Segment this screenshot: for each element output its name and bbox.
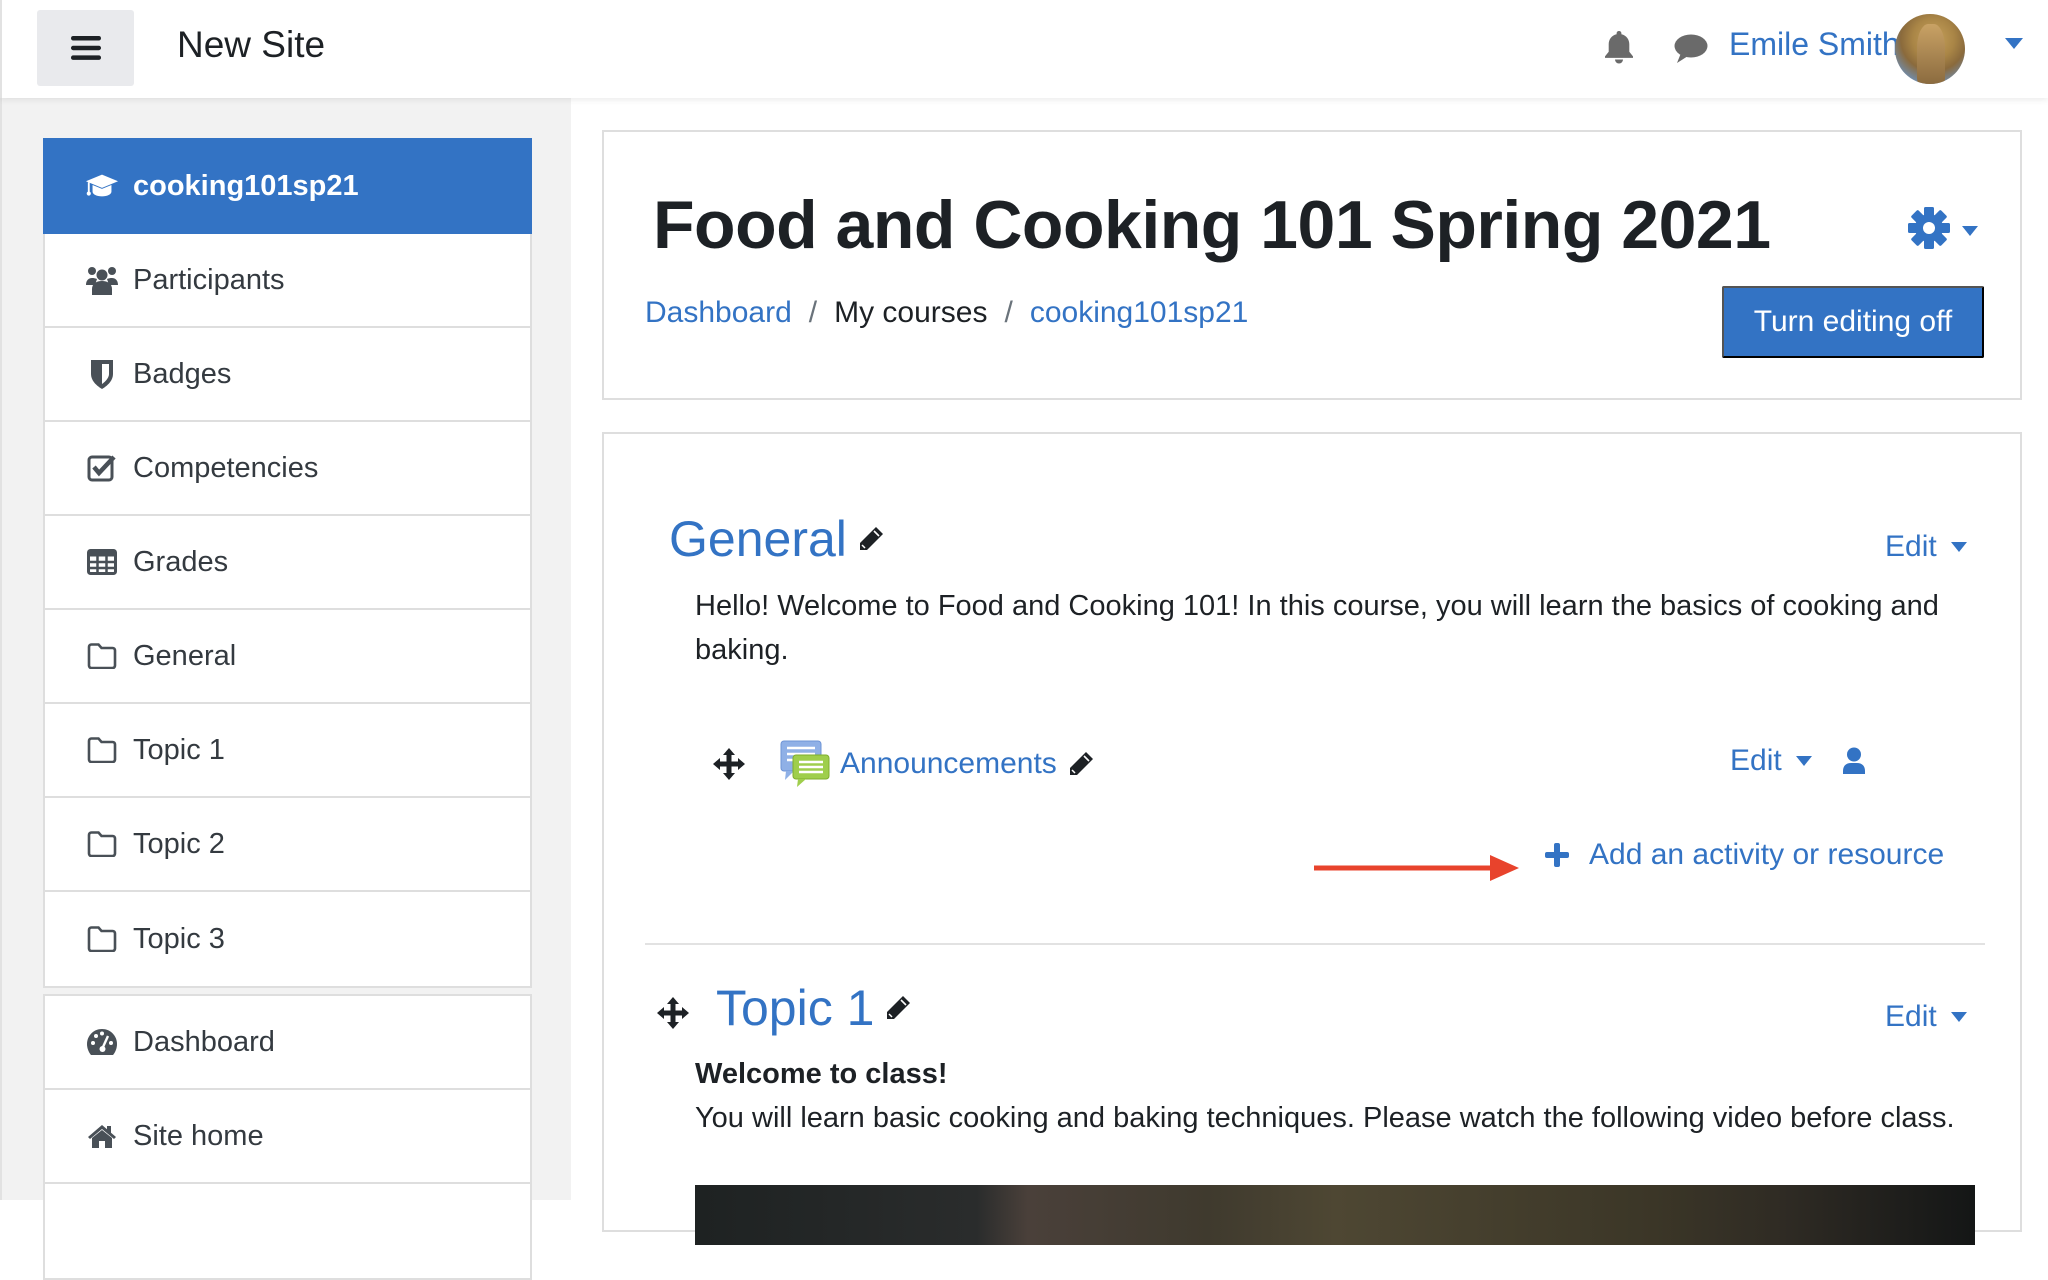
drawer-toggle-button[interactable] xyxy=(37,10,134,86)
add-activity-link[interactable]: Add an activity or resource xyxy=(1545,838,1944,872)
section-title-link[interactable]: General xyxy=(669,510,847,568)
edit-menu-label: Edit xyxy=(1885,530,1937,563)
pencil-icon[interactable] xyxy=(884,994,912,1022)
breadcrumb: Dashboard / My courses / cooking101sp21 xyxy=(645,296,1248,330)
nav-item-label: Participants xyxy=(133,263,285,296)
top-navbar: New Site Emile Smith xyxy=(0,0,2048,98)
edit-menu-label: Edit xyxy=(1885,1000,1937,1033)
activity-controls: Edit xyxy=(1730,744,1866,778)
site-nav-list: Dashboard Site home xyxy=(43,994,532,1280)
users-icon xyxy=(85,263,119,297)
folder-icon xyxy=(85,639,119,673)
nav-item-competencies[interactable]: Competencies xyxy=(45,422,530,516)
nav-item-label: Topic 1 xyxy=(133,733,225,766)
folder-icon xyxy=(85,733,119,767)
pencil-icon[interactable] xyxy=(1067,750,1095,778)
nav-item-label: Badges xyxy=(133,357,232,390)
plus-icon xyxy=(1545,843,1569,867)
folder-icon xyxy=(85,922,119,956)
nav-item-label: Topic 3 xyxy=(133,922,225,955)
hamburger-icon xyxy=(70,36,101,60)
caret-down-icon xyxy=(1950,542,1967,552)
site-name-link[interactable]: New Site xyxy=(177,24,325,66)
checkbox-icon xyxy=(85,451,119,485)
nav-item-section-topic-2[interactable]: Topic 2 xyxy=(45,798,530,892)
activity-name-link[interactable]: Announcements xyxy=(840,747,1057,781)
breadcrumb-separator: / xyxy=(808,296,818,329)
activity-announcements: Announcements xyxy=(712,734,1095,794)
user-avatar[interactable] xyxy=(1895,14,1965,84)
gear-icon xyxy=(1908,207,1950,249)
course-content: General Edit Hello! Welcome to Food and … xyxy=(602,432,2022,1245)
nav-item-section-topic-1[interactable]: Topic 1 xyxy=(45,704,530,798)
section-topic-1-summary: You will learn basic cooking and baking … xyxy=(695,1102,1955,1134)
nav-item-section-general[interactable]: General xyxy=(45,610,530,704)
activity-edit-menu[interactable]: Edit xyxy=(1730,744,1812,778)
nav-item-badges[interactable]: Badges xyxy=(45,328,530,422)
user-menu-name[interactable]: Emile Smith xyxy=(1729,26,1900,63)
breadcrumb-my-courses: My courses xyxy=(834,296,988,329)
caret-down-icon xyxy=(1962,226,1978,236)
pencil-icon[interactable] xyxy=(857,525,885,553)
course-settings-menu[interactable] xyxy=(1908,207,1978,249)
chat-bubble-icon xyxy=(1674,34,1708,63)
table-icon xyxy=(85,545,119,579)
nav-item-participants[interactable]: Participants xyxy=(45,234,530,328)
breadcrumb-separator: / xyxy=(1004,296,1013,329)
course-nav-list: cooking101sp21 Participants Badges Compe… xyxy=(43,138,532,988)
shield-icon xyxy=(85,357,119,391)
turn-editing-off-button[interactable]: Turn editing off xyxy=(1722,286,1984,358)
breadcrumb-dashboard[interactable]: Dashboard xyxy=(645,296,792,330)
folder-icon xyxy=(85,827,119,861)
move-icon[interactable] xyxy=(712,747,746,781)
tachometer-icon xyxy=(85,1025,119,1059)
nav-item-more[interactable] xyxy=(45,1184,530,1278)
nav-item-course-home[interactable]: cooking101sp21 xyxy=(43,138,532,234)
nav-item-dashboard[interactable]: Dashboard xyxy=(45,996,530,1090)
nav-item-section-topic-3[interactable]: Topic 3 xyxy=(45,892,530,986)
move-icon[interactable] xyxy=(656,996,690,1030)
section-general-title: General xyxy=(669,510,885,568)
section-title-link[interactable]: Topic 1 xyxy=(716,979,874,1037)
section-divider xyxy=(645,943,1985,945)
section-topic-1-heading: Welcome to class! xyxy=(695,1058,948,1090)
forum-icon xyxy=(780,740,830,788)
messages-button[interactable] xyxy=(1674,34,1708,64)
nav-item-label: Grades xyxy=(133,545,229,578)
caret-down-icon xyxy=(2005,38,2023,49)
nav-item-label: Topic 2 xyxy=(133,827,225,860)
nav-item-site-home[interactable]: Site home xyxy=(45,1090,530,1184)
nav-item-label: Site home xyxy=(133,1119,264,1152)
caret-down-icon xyxy=(1795,756,1812,766)
course-header: Food and Cooking 101 Spring 2021 Dashboa… xyxy=(602,130,2022,400)
caret-down-icon xyxy=(1950,1012,1967,1022)
bell-icon xyxy=(1605,31,1633,64)
section-general-edit-menu[interactable]: Edit xyxy=(1885,530,1967,564)
embedded-video[interactable] xyxy=(695,1185,1975,1245)
home-icon xyxy=(85,1119,119,1153)
nav-item-label: cooking101sp21 xyxy=(133,169,359,202)
nav-item-label: Competencies xyxy=(133,451,319,484)
edit-menu-label: Edit xyxy=(1730,744,1782,777)
notifications-button[interactable] xyxy=(1604,30,1634,64)
graduation-cap-icon xyxy=(85,169,119,203)
section-topic-1-title: Topic 1 xyxy=(716,979,912,1037)
section-general-summary: Hello! Welcome to Food and Cooking 101! … xyxy=(695,590,1939,666)
annotation-arrow xyxy=(1314,855,1519,881)
user-menu-toggle[interactable] xyxy=(2005,38,2023,49)
nav-item-label: General xyxy=(133,639,237,672)
add-activity-label: Add an activity or resource xyxy=(1589,838,1945,871)
nav-item-grades[interactable]: Grades xyxy=(45,516,530,610)
section-topic-1-edit-menu[interactable]: Edit xyxy=(1885,1000,1967,1034)
page-title: Food and Cooking 101 Spring 2021 xyxy=(653,187,1771,263)
nav-item-label: Dashboard xyxy=(133,1025,275,1058)
user-icon[interactable] xyxy=(1842,747,1866,775)
breadcrumb-course[interactable]: cooking101sp21 xyxy=(1030,296,1249,330)
